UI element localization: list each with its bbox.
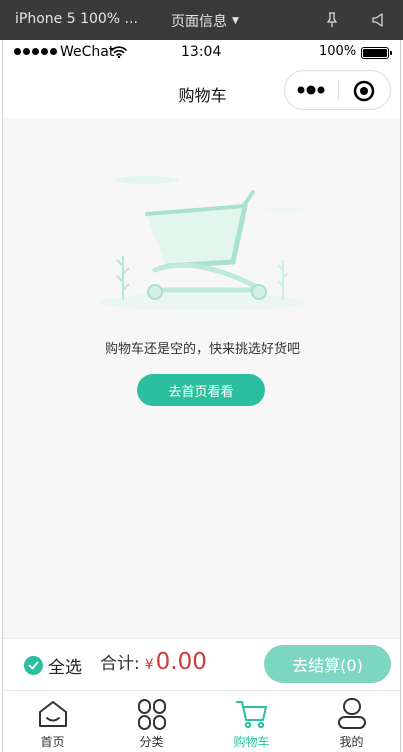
checkout-bar: 全选 合计: ¥ 0.00 去结算(0): [3, 638, 400, 690]
tab-label-home: 首页: [40, 735, 65, 749]
pin-icon[interactable]: [324, 12, 340, 28]
select-all-label: 全选: [48, 658, 82, 678]
select-all-checkbox[interactable]: 全选: [24, 653, 82, 678]
wifi-icon: [111, 46, 127, 58]
cart-content: 购物车还是空的，快来挑选好货吧 去首页看看: [3, 118, 400, 638]
devtools-toolbar: iPhone 5 100% ... 页面信息 ▼: [0, 0, 403, 40]
speaker-icon[interactable]: [370, 12, 386, 28]
status-bar: WeChat 13:04 100%: [3, 40, 400, 66]
tab-cart[interactable]: 购物车: [202, 691, 301, 752]
total-label: 合计:: [100, 654, 140, 674]
navigation-bar: 购物车: [3, 66, 400, 118]
mini-program-capsule: [284, 70, 391, 110]
battery-icon: [361, 47, 392, 59]
page-info-dropdown[interactable]: 页面信息 ▼: [171, 11, 239, 31]
go-home-button[interactable]: 去首页看看: [137, 374, 265, 406]
home-icon: [38, 701, 67, 727]
user-icon: [337, 698, 366, 729]
empty-cart-illustration: [101, 176, 309, 311]
tab-label-mine: 我的: [339, 735, 364, 749]
checkmark-icon: [24, 656, 43, 675]
caret-down-icon: ▼: [232, 16, 239, 26]
tab-label-category: 分类: [139, 735, 164, 749]
tab-label-cart: 购物车: [233, 735, 270, 749]
status-time: 13:04: [181, 44, 222, 60]
capsule-divider: [338, 81, 339, 101]
more-icon[interactable]: [297, 84, 327, 96]
page-info-label: 页面信息: [171, 14, 227, 30]
battery-percent: 100%: [319, 44, 357, 59]
tab-bar: 首页 分类 购物车 我的: [3, 690, 400, 752]
phone-simulator: WeChat 13:04 100% 购物车 购物车还是空的，快来挑选好货吧 去首…: [2, 40, 401, 752]
checkout-button[interactable]: 去结算(0): [264, 645, 391, 683]
device-selector[interactable]: iPhone 5 100% ...: [15, 11, 138, 27]
cart-icon: [235, 701, 267, 729]
tab-mine[interactable]: 我的: [302, 691, 400, 752]
currency-symbol: ¥: [144, 657, 154, 673]
carrier-name: WeChat: [60, 44, 115, 60]
category-icon: [137, 699, 166, 730]
tab-home[interactable]: 首页: [3, 691, 102, 752]
total-amount: 0.00: [155, 649, 207, 675]
tab-category[interactable]: 分类: [102, 691, 201, 752]
signal-strength-icon: [14, 48, 57, 55]
close-miniprogram-icon[interactable]: [353, 80, 375, 102]
total-price: 合计: ¥ 0.00: [100, 649, 207, 675]
empty-cart-message: 购物车还是空的，快来挑选好货吧: [104, 342, 300, 357]
